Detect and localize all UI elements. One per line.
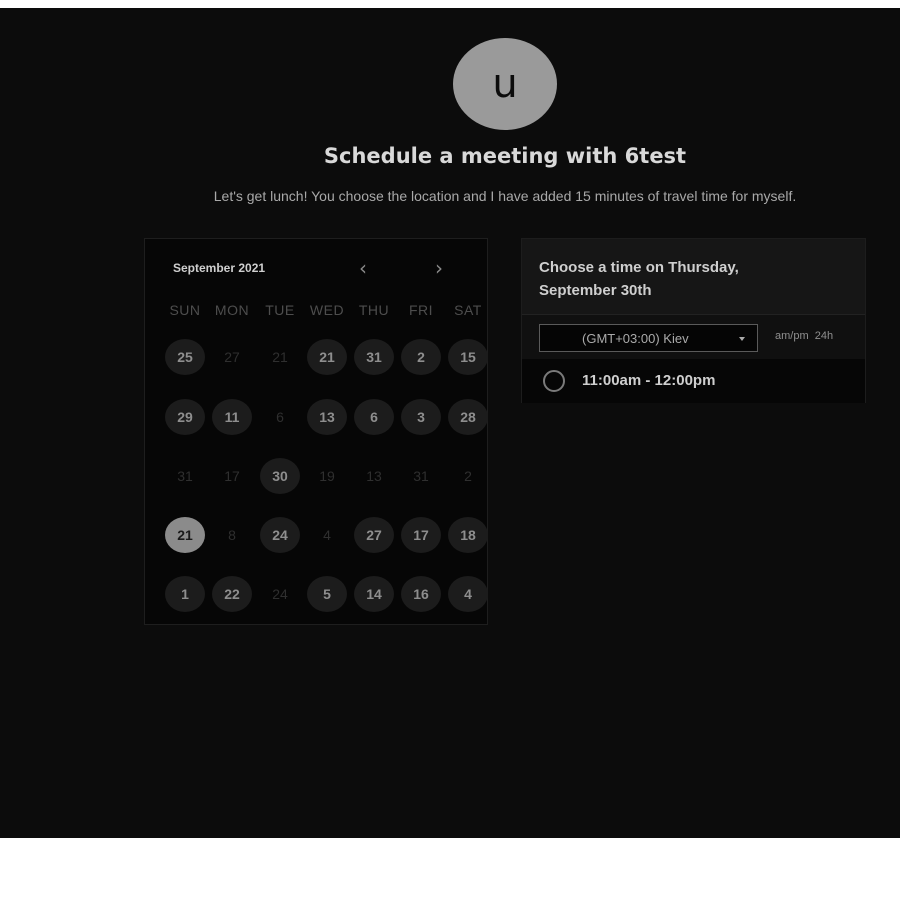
calendar-day[interactable]: 11 xyxy=(212,399,252,435)
calendar-day[interactable]: 30 xyxy=(260,458,300,494)
scheduler-page: u Schedule a meeting with 6test Let's ge… xyxy=(0,8,900,838)
page-title: Schedule a meeting with 6test xyxy=(323,144,687,168)
weekday-thu: THU xyxy=(358,302,390,318)
calendar-day: 24 xyxy=(272,586,288,602)
calendar-day: 2 xyxy=(464,468,472,484)
calendar-day: 31 xyxy=(177,468,193,484)
chevron-left-icon[interactable]: ‹ xyxy=(359,256,367,280)
timezone-value: (GMT+03:00) Kiev xyxy=(582,331,689,346)
calendar: September 2021 ‹ › SUN MON TUE WED THU FRI SAT… xyxy=(144,238,488,625)
calendar-day: 19 xyxy=(319,468,335,484)
radio-icon[interactable] xyxy=(543,370,565,392)
calendar-day[interactable]: 25 xyxy=(165,339,205,375)
calendar-day[interactable]: 14 xyxy=(354,576,394,612)
calendar-day: 21 xyxy=(272,349,288,365)
caret-down-icon xyxy=(739,337,745,341)
calendar-day: 8 xyxy=(228,527,236,543)
calendar-day[interactable]: 4 xyxy=(448,576,488,612)
calendar-day[interactable]: 27 xyxy=(354,517,394,553)
calendar-day: 6 xyxy=(276,409,284,425)
calendar-day[interactable]: 6 xyxy=(354,399,394,435)
time-slot-label: 11:00am - 12:00pm xyxy=(582,372,716,389)
calendar-day[interactable]: 18 xyxy=(448,517,488,553)
calendar-day: 27 xyxy=(224,349,240,365)
calendar-day[interactable]: 5 xyxy=(307,576,347,612)
calendar-day[interactable]: 21 xyxy=(307,339,347,375)
weekday-fri: FRI xyxy=(408,302,434,318)
calendar-day: 31 xyxy=(413,468,429,484)
calendar-day[interactable]: 13 xyxy=(307,399,347,435)
chevron-right-icon[interactable]: › xyxy=(435,256,443,280)
time-panel: Choose a time on Thursday, September 30t… xyxy=(521,238,866,403)
calendar-day[interactable]: 15 xyxy=(448,339,488,375)
weekday-wed: WED xyxy=(309,302,345,318)
time-slot[interactable]: 11:00am - 12:00pm xyxy=(522,359,865,403)
calendar-day[interactable]: 29 xyxy=(165,399,205,435)
weekday-mon: MON xyxy=(214,302,250,318)
calendar-day: 4 xyxy=(323,527,331,543)
calendar-day[interactable]: 17 xyxy=(401,517,441,553)
calendar-day[interactable]: 2 xyxy=(401,339,441,375)
weekday-tue: TUE xyxy=(265,302,295,318)
weekday-sat: SAT xyxy=(454,302,482,318)
weekday-sun: SUN xyxy=(169,302,201,318)
calendar-day[interactable]: 28 xyxy=(448,399,488,435)
calendar-day[interactable]: 1 xyxy=(165,576,205,612)
calendar-day-selected[interactable]: 21 xyxy=(165,517,205,553)
calendar-day: 13 xyxy=(366,468,382,484)
page-description: Let's get lunch! You choose the location… xyxy=(213,188,797,204)
time-panel-header: Choose a time on Thursday, September 30t… xyxy=(522,239,865,315)
time-format-toggle[interactable]: am/pm 24h xyxy=(775,330,833,342)
calendar-day: 17 xyxy=(224,468,240,484)
calendar-day[interactable]: 31 xyxy=(354,339,394,375)
avatar: u xyxy=(453,38,557,130)
calendar-day[interactable]: 22 xyxy=(212,576,252,612)
timezone-select[interactable]: (GMT+03:00) Kiev xyxy=(539,324,758,352)
calendar-day[interactable]: 24 xyxy=(260,517,300,553)
time-panel-heading: Choose a time on Thursday, September 30t… xyxy=(539,259,739,299)
avatar-letter: u xyxy=(492,61,518,107)
calendar-day[interactable]: 16 xyxy=(401,576,441,612)
calendar-day[interactable]: 3 xyxy=(401,399,441,435)
month-label: September 2021 xyxy=(173,261,266,275)
